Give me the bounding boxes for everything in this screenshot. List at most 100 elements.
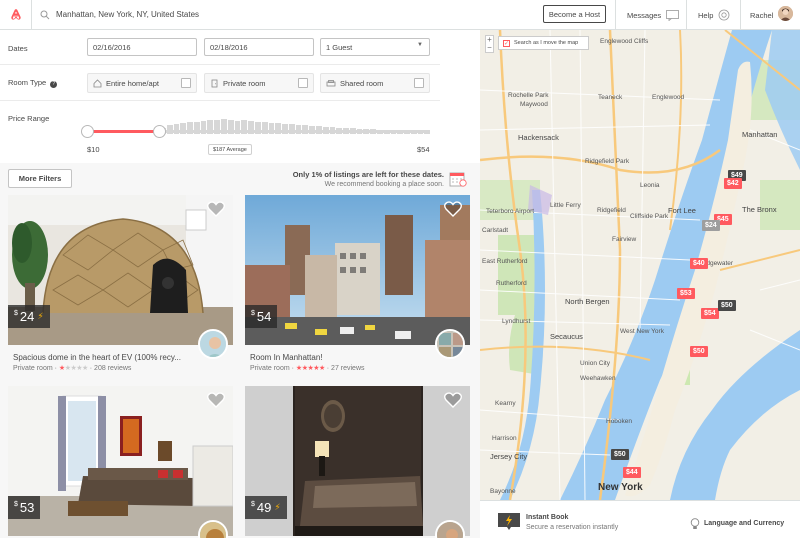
wishlist-heart-icon[interactable] — [207, 201, 225, 217]
dates-label: Dates — [8, 44, 28, 53]
map-label: The Bronx — [742, 205, 777, 214]
guests-select[interactable]: 1 Guest ▼ — [320, 38, 430, 56]
map-price-pin[interactable]: $42 — [724, 178, 742, 189]
become-host-button[interactable]: Become a Host — [543, 5, 606, 23]
map-label: Hoboken — [606, 418, 633, 425]
host-avatar[interactable] — [435, 329, 465, 359]
instant-book-bolt-icon: ⚡ — [37, 311, 44, 321]
wishlist-heart-icon[interactable] — [207, 392, 225, 408]
map-label: North Bergen — [565, 297, 610, 306]
room-type-checkbox[interactable] — [181, 78, 191, 88]
room-type-shared-room[interactable]: Shared room — [320, 73, 430, 93]
instant-book-bolt-icon: ⚡ — [274, 502, 281, 512]
price-tag: $ 49 ⚡ — [245, 496, 287, 519]
price-value: 24 — [19, 309, 35, 324]
zoom-out-button[interactable]: − — [486, 44, 493, 52]
listing-card[interactable]: $ 53 — [8, 386, 233, 538]
map-label: Teterboro Airport — [486, 208, 535, 215]
airbnb-logo-icon[interactable] — [0, 0, 32, 30]
divider — [0, 100, 440, 101]
search-as-move-label: Search as I move the map — [514, 40, 579, 46]
checkout-field[interactable]: 02/18/2016 — [204, 38, 314, 56]
checkin-field[interactable]: 02/16/2016 — [87, 38, 197, 56]
more-filters-button[interactable]: More Filters — [8, 169, 72, 188]
availability-notice-subtitle: We recommend booking a place soon. — [324, 181, 444, 188]
map-label: Manhattan — [742, 130, 778, 139]
price-slider-range — [88, 130, 160, 133]
listing-photo[interactable]: $ 53 — [8, 386, 233, 536]
instant-book-subtitle: Secure a reservation instantly — [526, 524, 619, 531]
map-price-pin[interactable]: $50 — [690, 346, 708, 357]
checkbox-checked-icon[interactable]: ✓ — [503, 39, 510, 47]
help-link[interactable]: Help — [698, 0, 730, 30]
map-label: Secaucus — [550, 332, 583, 341]
room-type-private-room[interactable]: Private room — [204, 73, 314, 93]
instant-book-title[interactable]: Instant Book — [526, 514, 568, 521]
listing-card[interactable]: $ 54 Room In Manhattan! Private room · ★… — [245, 195, 470, 372]
listing-card[interactable]: $ 24 ⚡ Spacious dome in the heart of EV … — [8, 195, 233, 372]
couch-icon — [326, 79, 336, 86]
room-type-label-text: Entire home/apt — [106, 78, 159, 88]
search-results-panel: Dates 02/16/2016 02/18/2016 1 Guest ▼ Ro… — [0, 30, 480, 538]
help-lifebuoy-icon — [719, 9, 730, 21]
listing-room-type: Private room — [13, 365, 53, 372]
price-value: 53 — [19, 500, 35, 515]
room-type-checkbox[interactable] — [298, 78, 308, 88]
messages-link[interactable]: Messages — [627, 0, 680, 30]
map-label: Teaneck — [598, 94, 623, 101]
listing-photo[interactable]: $ 54 — [245, 195, 470, 345]
price-min-value: $10 — [87, 145, 100, 154]
map-label: Ridgefield — [597, 207, 626, 214]
map-view[interactable]: Englewood Cliffs Rochelle Park Maywood T… — [480, 30, 800, 500]
price-tag: $ 53 — [8, 496, 41, 519]
price-value: 54 — [256, 309, 272, 324]
map-label: Englewood Cliffs — [600, 38, 649, 45]
guests-value: 1 Guest — [326, 42, 353, 52]
host-avatar[interactable] — [198, 329, 228, 359]
map-label: Lyndhurst — [502, 318, 531, 325]
map-price-pin[interactable]: $44 — [623, 467, 641, 478]
map-price-pin[interactable]: $24 — [702, 220, 720, 231]
header-divider — [615, 0, 616, 30]
map-label: Rutherford — [496, 280, 527, 287]
listing-photo[interactable]: $ 49 ⚡ — [245, 386, 470, 536]
star-rating-icon: ★★★★★ — [58, 365, 88, 372]
search-icon — [40, 10, 50, 19]
location-search-input[interactable] — [56, 10, 476, 19]
price-max-handle[interactable] — [153, 125, 166, 138]
messages-label: Messages — [627, 10, 662, 20]
map-label: West New York — [620, 328, 664, 335]
map-price-pin[interactable]: $54 — [701, 308, 719, 319]
listing-photo[interactable]: $ 24 ⚡ — [8, 195, 233, 345]
map-label: Cliffside Park — [630, 213, 669, 220]
map-price-pin[interactable]: $50 — [611, 449, 629, 460]
map-zoom-control[interactable]: + − — [485, 35, 494, 53]
language-currency-button[interactable]: Language and Currency — [704, 520, 784, 527]
listing-reviews[interactable]: 208 reviews — [94, 365, 131, 372]
price-min-handle[interactable] — [81, 125, 94, 138]
map-label: Ridgefield Park — [585, 158, 630, 165]
listing-title[interactable]: Room In Manhattan! — [250, 353, 322, 362]
listing-reviews[interactable]: 27 reviews — [331, 365, 364, 372]
room-type-checkbox[interactable] — [414, 78, 424, 88]
user-avatar[interactable] — [778, 6, 793, 21]
listing-title[interactable]: Spacious dome in the heart of EV (100% r… — [13, 353, 181, 362]
home-icon — [93, 78, 102, 87]
map-price-pin[interactable]: $50 — [718, 300, 736, 311]
user-name[interactable]: Rachel — [750, 0, 773, 30]
map-label: Leonia — [640, 182, 660, 189]
listing-card[interactable]: $ 49 ⚡ — [245, 386, 470, 538]
price-max-value: $54 — [417, 145, 430, 154]
header-divider — [686, 0, 687, 30]
help-circle-icon[interactable]: ? — [50, 81, 58, 88]
instant-book-icon — [498, 513, 520, 530]
app-root: Become a Host Messages Help Rachel Dates… — [0, 0, 800, 538]
wishlist-heart-icon[interactable] — [444, 201, 462, 217]
map-price-pin[interactable]: $53 — [677, 288, 695, 299]
map-label: Fort Lee — [668, 206, 696, 215]
search-as-move-toggle[interactable]: ✓ Search as I move the map — [498, 36, 589, 50]
map-label: Rochelle Park — [508, 92, 549, 99]
wishlist-heart-icon[interactable] — [444, 392, 462, 408]
room-type-entire-home[interactable]: Entire home/apt — [87, 73, 197, 93]
map-price-pin[interactable]: $40 — [690, 258, 708, 269]
